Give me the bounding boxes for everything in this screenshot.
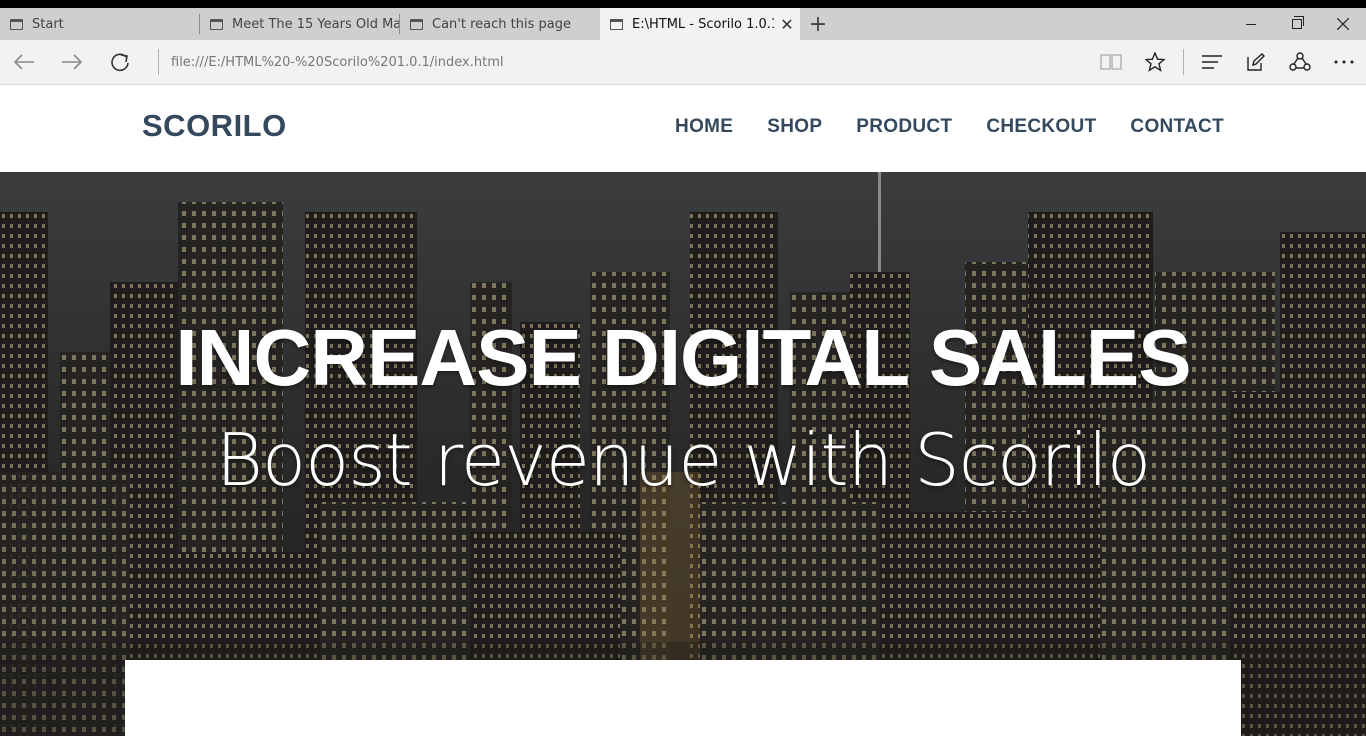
url-field[interactable]: file:///E:/HTML%20-%20Scorilo%201.0.1/in… xyxy=(171,55,1089,70)
site-logo[interactable]: SCORILO xyxy=(142,108,287,144)
reload-button[interactable] xyxy=(96,40,144,85)
tab-bar: Start Meet The 15 Years Old Makir Can't … xyxy=(0,8,1366,40)
restore-button[interactable] xyxy=(1274,8,1320,40)
new-tab-button[interactable]: + xyxy=(800,8,836,40)
toolbar-separator xyxy=(1183,49,1184,75)
address-separator xyxy=(158,49,159,75)
web-note-button[interactable] xyxy=(1234,40,1278,85)
toolbar-right xyxy=(1089,40,1366,85)
forward-button[interactable] xyxy=(48,40,96,85)
tab-article[interactable]: Meet The 15 Years Old Makir xyxy=(200,8,400,40)
arrow-left-icon xyxy=(13,54,34,70)
nav-home[interactable]: HOME xyxy=(675,116,733,138)
tab-page-icon xyxy=(410,18,423,30)
site-header: SCORILO HOME SHOP PRODUCT CHECKOUT CONTA… xyxy=(0,86,1366,172)
main-nav: HOME SHOP PRODUCT CHECKOUT CONTACT xyxy=(641,116,1224,138)
tab-title: E:\HTML - Scorilo 1.0.1\ir xyxy=(632,16,774,32)
favorites-button[interactable] xyxy=(1133,40,1177,85)
close-icon xyxy=(1337,18,1349,30)
tab-scorilo-active[interactable]: E:\HTML - Scorilo 1.0.1\ir ✕ xyxy=(600,8,800,40)
close-window-button[interactable] xyxy=(1320,8,1366,40)
restore-icon xyxy=(1292,16,1304,29)
more-button[interactable] xyxy=(1322,40,1366,85)
window-controls xyxy=(1228,8,1366,40)
tab-error[interactable]: Can't reach this page xyxy=(400,8,600,40)
more-dots-icon xyxy=(1334,60,1354,64)
pen-note-icon xyxy=(1247,53,1265,71)
refresh-icon xyxy=(111,53,129,72)
nav-checkout[interactable]: CHECKOUT xyxy=(986,116,1096,138)
star-icon xyxy=(1145,52,1165,72)
hub-button[interactable] xyxy=(1190,40,1234,85)
content-panel xyxy=(125,660,1241,736)
minimize-icon xyxy=(1246,23,1256,25)
hero-subtitle: Boost revenue with Scorilo xyxy=(215,418,1151,502)
tab-title: Can't reach this page xyxy=(432,16,571,32)
back-button[interactable] xyxy=(0,40,48,85)
share-button[interactable] xyxy=(1278,40,1322,85)
tab-start[interactable]: Start xyxy=(0,8,200,40)
tab-title: Start xyxy=(32,16,64,32)
share-icon xyxy=(1289,52,1311,71)
nav-contact[interactable]: CONTACT xyxy=(1130,116,1224,138)
tab-title: Meet The 15 Years Old Makir xyxy=(232,16,400,32)
minimize-button[interactable] xyxy=(1228,8,1274,40)
address-bar: file:///E:/HTML%20-%20Scorilo%201.0.1/in… xyxy=(0,40,1366,85)
book-icon xyxy=(1100,54,1122,70)
hero-title: INCREASE DIGITAL SALES xyxy=(175,313,1191,402)
window-top-strip xyxy=(0,0,1366,8)
reading-view-button[interactable] xyxy=(1089,40,1133,85)
tab-page-icon xyxy=(610,18,623,30)
arrow-right-icon xyxy=(62,54,83,70)
nav-shop[interactable]: SHOP xyxy=(767,116,822,138)
tab-page-icon xyxy=(10,18,23,30)
nav-product[interactable]: PRODUCT xyxy=(856,116,952,138)
hero-section: INCREASE DIGITAL SALES Boost revenue wit… xyxy=(0,172,1366,736)
tab-page-icon xyxy=(210,18,223,30)
close-tab-icon[interactable]: ✕ xyxy=(774,15,800,34)
hub-lines-icon xyxy=(1202,55,1222,69)
